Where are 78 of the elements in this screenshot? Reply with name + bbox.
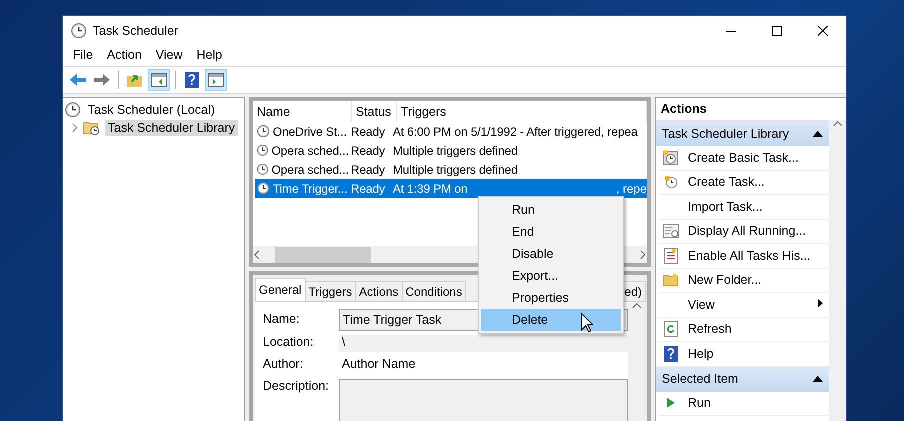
context-menu-item[interactable]: Delete bbox=[481, 309, 621, 331]
pane-right-icon[interactable] bbox=[205, 69, 227, 91]
field-label: Author: bbox=[263, 356, 304, 371]
tree-item[interactable]: Task Scheduler Library bbox=[105, 120, 238, 136]
task-trigger: Multiple triggers defined bbox=[393, 162, 518, 176]
tab[interactable]: Conditions bbox=[402, 281, 466, 301]
list-icon bbox=[662, 246, 680, 265]
column-header[interactable]: Status bbox=[352, 101, 397, 122]
task-status: Ready bbox=[351, 144, 386, 158]
clock-icon bbox=[662, 173, 680, 192]
vertical-scrollbar[interactable] bbox=[628, 302, 645, 421]
task-trigger: At 1:39 PM on bbox=[393, 182, 468, 196]
menu-item[interactable]: Help bbox=[190, 46, 230, 66]
menu-item[interactable]: View bbox=[148, 46, 190, 66]
field-label: Location: bbox=[263, 334, 315, 349]
task-name: Opera sched... bbox=[272, 144, 349, 158]
section-header[interactable]: Selected Item bbox=[656, 366, 829, 392]
tab[interactable]: Triggers bbox=[304, 281, 356, 301]
section-header[interactable]: Task Scheduler Library bbox=[656, 121, 829, 146]
tree-item[interactable]: Task Scheduler (Local) bbox=[85, 102, 218, 118]
task-row[interactable]: OneDrive St... Ready At 6:00 PM on 5/1/1992 - After triggered, repea bbox=[255, 122, 647, 141]
window-clock-icon bbox=[662, 222, 680, 240]
field-label: Description: bbox=[263, 378, 330, 393]
close-icon bbox=[818, 26, 828, 36]
task-trigger: , repe bbox=[616, 182, 647, 196]
refresh-icon bbox=[662, 320, 680, 338]
menu-item[interactable]: File bbox=[66, 46, 100, 66]
minimize-icon bbox=[726, 30, 736, 32]
pane-left-icon[interactable] bbox=[148, 69, 170, 91]
app-clock-icon bbox=[71, 23, 87, 39]
task-clock-icon bbox=[257, 182, 270, 195]
task-status: Ready bbox=[351, 162, 386, 176]
tab[interactable]: General bbox=[255, 278, 306, 301]
task-status: Ready bbox=[351, 182, 386, 196]
mouse-pointer-icon bbox=[581, 313, 594, 333]
chevron-up-icon[interactable] bbox=[632, 302, 642, 310]
folder-icon bbox=[662, 271, 680, 290]
context-menu-item[interactable]: Properties bbox=[481, 287, 621, 309]
context-menu-item[interactable]: Export... bbox=[481, 265, 621, 287]
task-trigger: Multiple triggers defined bbox=[393, 144, 518, 158]
pane-command[interactable]: Create Basic Task... bbox=[659, 146, 829, 170]
task-row[interactable]: Opera sched... Ready Multiple triggers defined bbox=[255, 160, 647, 179]
chevron-up-icon[interactable] bbox=[832, 120, 842, 128]
task-status: Ready bbox=[351, 124, 386, 138]
pane-command[interactable]: Enable All Tasks His... bbox=[659, 244, 829, 268]
context-menu-item[interactable]: Disable bbox=[481, 243, 621, 265]
clock-icon bbox=[662, 148, 680, 167]
field-label: Name: bbox=[263, 311, 301, 326]
pane-command[interactable]: New Folder... bbox=[659, 268, 829, 293]
context-menu-item[interactable]: Run bbox=[481, 199, 621, 221]
collapse-triangle-icon bbox=[813, 376, 823, 382]
pane-command[interactable]: Refresh bbox=[659, 318, 829, 342]
task-trigger: At 6:00 PM on 5/1/1992 - After triggered, repea bbox=[393, 124, 638, 138]
task-name: Time Trigger... bbox=[273, 182, 348, 196]
chevron-icon[interactable] bbox=[71, 123, 79, 133]
folder-clock-icon bbox=[83, 120, 101, 136]
field-value: Author Name bbox=[341, 356, 417, 371]
pane-command[interactable]: Display All Running... bbox=[659, 220, 829, 244]
maximize-icon bbox=[772, 26, 782, 36]
vertical-scrollbar[interactable] bbox=[829, 120, 846, 421]
chevron-right-icon[interactable] bbox=[639, 250, 647, 260]
readonly-field: \ bbox=[339, 335, 628, 352]
context-menu-item[interactable]: End bbox=[481, 221, 621, 243]
chevron-left-icon[interactable] bbox=[253, 250, 261, 260]
task-clock-icon bbox=[257, 144, 269, 157]
task-name: OneDrive St... bbox=[273, 124, 347, 138]
task-row[interactable]: Time Trigger... Ready At 1:39 PM on , repe bbox=[255, 179, 647, 198]
pane-command[interactable]: Create Task... bbox=[659, 170, 829, 195]
column-header[interactable]: Name bbox=[253, 101, 352, 122]
help-icon bbox=[662, 344, 680, 363]
window-title: Task Scheduler bbox=[93, 24, 178, 38]
task-clock-icon bbox=[257, 163, 269, 176]
task-row[interactable]: Opera sched... Ready Multiple triggers defined bbox=[255, 141, 647, 160]
menu-item[interactable]: Action bbox=[100, 46, 149, 66]
task-name: Opera sched... bbox=[272, 162, 349, 176]
task-clock-icon bbox=[257, 125, 270, 138]
column-header[interactable]: Triggers bbox=[397, 101, 647, 122]
collapse-triangle-icon bbox=[813, 130, 823, 136]
